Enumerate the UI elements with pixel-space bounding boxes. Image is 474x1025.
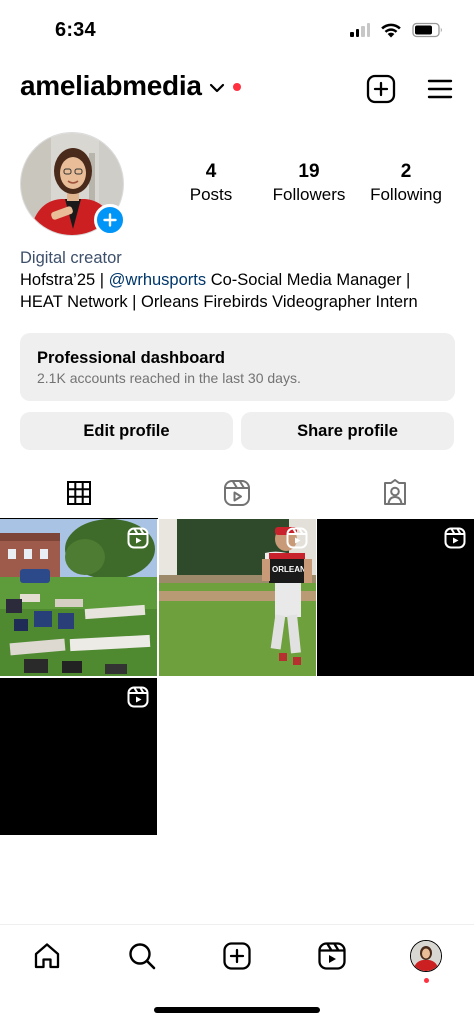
dashboard-subtitle: 2.1K accounts reached in the last 30 day…	[37, 370, 301, 386]
profile-bio: Digital creator Hofstra’25 | @wrhusports…	[20, 247, 460, 313]
bio-mention-link[interactable]: @wrhusports	[109, 271, 206, 289]
edit-profile-button[interactable]: Edit profile	[20, 412, 233, 450]
post-thumbnail[interactable]	[317, 519, 474, 676]
bottom-navigation	[0, 924, 474, 994]
posts-label: Posts	[189, 185, 233, 204]
reel-icon	[286, 527, 307, 549]
profile-header: ameliabmedia	[0, 66, 474, 112]
profile-category: Digital creator	[20, 249, 122, 267]
search-icon	[129, 943, 156, 970]
profile-avatar-container	[20, 132, 126, 236]
create-icon	[223, 942, 251, 970]
post-thumbnail[interactable]	[0, 519, 157, 676]
followers-stat[interactable]: 19 Followers	[266, 160, 352, 206]
bio-line-1: Hofstra’25 | @wrhusports Co-Social Media…	[20, 269, 460, 291]
followers-count: 19	[298, 161, 320, 182]
profile-tabs	[0, 466, 474, 519]
reel-icon	[444, 527, 466, 549]
create-button[interactable]	[366, 74, 396, 104]
grid-icon	[67, 480, 91, 505]
username: ameliabmedia	[20, 70, 202, 101]
followers-label: Followers	[272, 185, 346, 204]
status-bar: 6:34	[0, 0, 474, 60]
menu-button[interactable]	[425, 74, 455, 104]
plus-square-icon	[366, 74, 396, 104]
nav-search[interactable]	[125, 939, 159, 973]
tab-reels[interactable]	[158, 466, 316, 519]
reel-icon	[127, 686, 149, 707]
tab-tagged[interactable]	[316, 466, 474, 519]
bio-text-start: Hofstra’25 |	[20, 271, 109, 289]
dashboard-title: Professional dashboard	[37, 349, 225, 367]
hamburger-menu-icon	[427, 79, 453, 99]
posts-stat[interactable]: 4 Posts	[181, 160, 241, 206]
reel-icon	[127, 527, 149, 549]
nav-create[interactable]	[220, 939, 254, 973]
profile-avatar-small	[410, 940, 442, 972]
status-icons	[350, 22, 444, 38]
cellular-signal-icon	[350, 23, 370, 37]
following-stat[interactable]: 2 Following	[364, 160, 448, 206]
chevron-down-icon	[209, 83, 224, 92]
bio-line-2: HEAT Network | Orleans Firebirds Videogr…	[20, 293, 418, 311]
posts-count: 4	[205, 161, 217, 182]
home-icon	[34, 943, 60, 969]
nav-profile[interactable]	[409, 939, 443, 983]
wifi-icon	[381, 23, 401, 38]
tab-posts-grid[interactable]	[0, 466, 158, 519]
status-time: 6:34	[55, 19, 96, 41]
bio-text-end: Co-Social Media Manager |	[206, 271, 411, 289]
tagged-icon	[384, 478, 406, 505]
account-switcher[interactable]: ameliabmedia	[20, 70, 241, 102]
nav-home[interactable]	[30, 939, 64, 973]
plus-icon	[103, 213, 117, 227]
nav-reels[interactable]	[315, 939, 349, 973]
following-count: 2	[400, 161, 412, 182]
share-profile-button[interactable]: Share profile	[241, 412, 454, 450]
professional-dashboard[interactable]: Professional dashboard 2.1K accounts rea…	[20, 333, 455, 401]
reels-icon	[224, 479, 250, 506]
reels-icon	[318, 942, 346, 970]
home-indicator	[154, 1007, 320, 1013]
battery-icon	[412, 22, 442, 38]
post-thumbnail[interactable]: ORLEANS	[158, 519, 316, 676]
notification-dot	[232, 83, 241, 91]
post-thumbnail[interactable]	[0, 677, 157, 835]
notification-dot	[423, 978, 429, 983]
posts-grid: ORLEANS	[0, 519, 474, 835]
following-label: Following	[370, 185, 442, 204]
add-story-button[interactable]	[94, 204, 126, 236]
